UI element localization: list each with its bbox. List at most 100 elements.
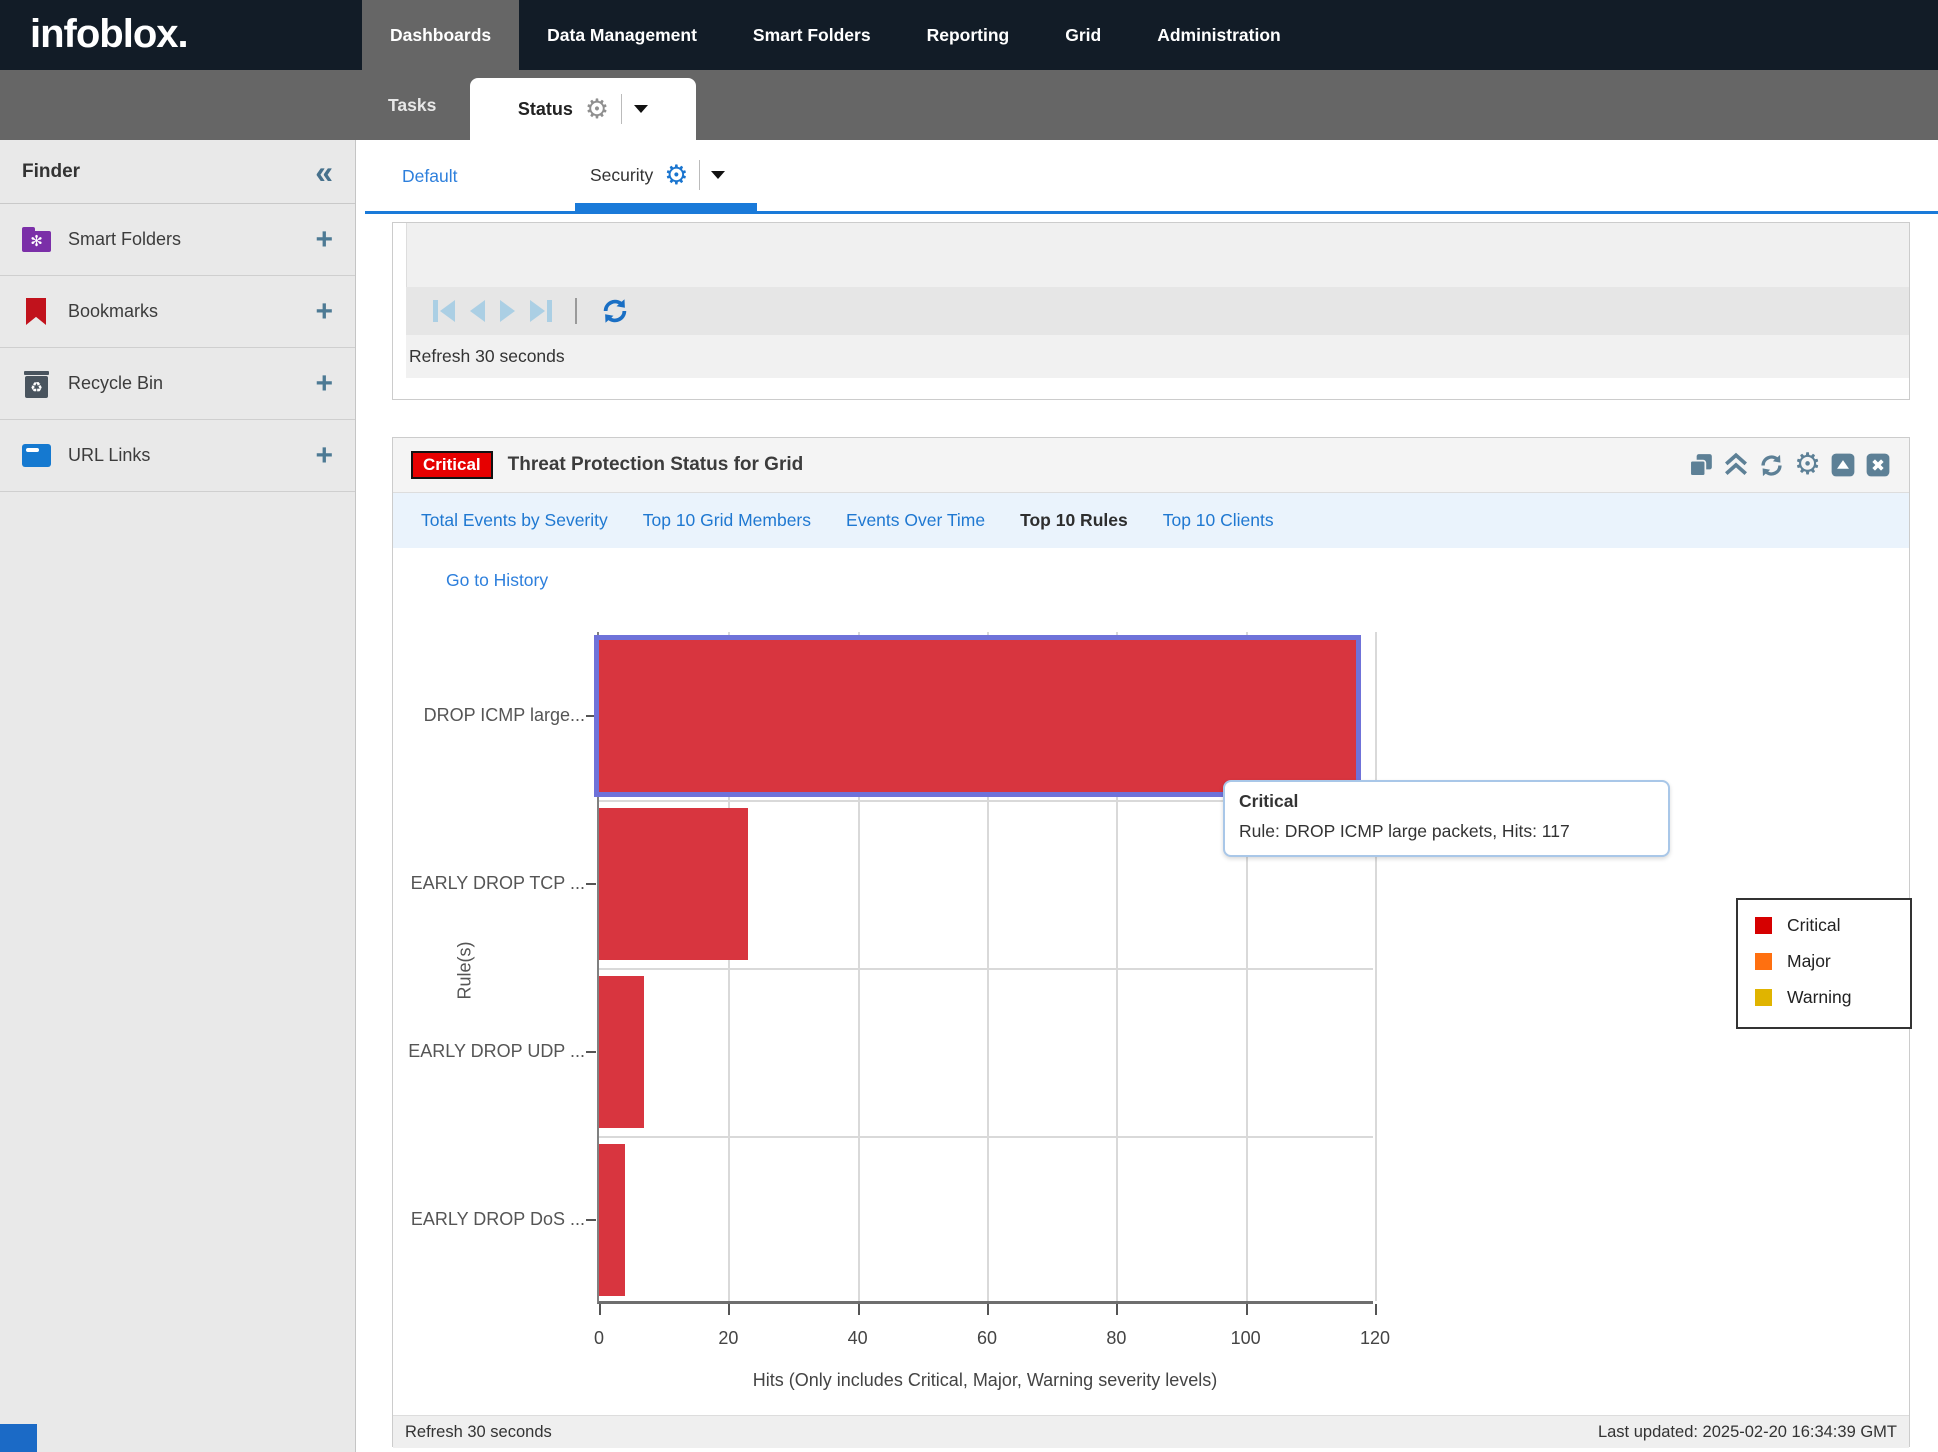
widget-settings-gear-icon[interactable]: ⚙ — [1794, 452, 1821, 478]
axis-tick — [599, 1304, 601, 1315]
widget-tab-top-10-grid-members[interactable]: Top 10 Grid Members — [643, 510, 811, 531]
y-category-label: EARLY DROP DoS ... — [387, 1209, 585, 1230]
add-icon[interactable]: + — [315, 227, 333, 253]
previous-page-button[interactable] — [470, 300, 485, 322]
x-tick-label: 0 — [594, 1328, 604, 1349]
axis-tick — [1116, 1304, 1118, 1315]
first-page-button[interactable] — [433, 300, 455, 322]
finder-item-label: URL Links — [68, 445, 315, 466]
top-nav-reporting[interactable]: Reporting — [899, 0, 1038, 70]
x-tick-label: 20 — [718, 1328, 738, 1349]
widget-tab-top-10-rules[interactable]: Top 10 Rules — [1020, 510, 1128, 531]
axis-tick — [1375, 1304, 1377, 1315]
legend-label: Warning — [1787, 987, 1852, 1008]
top-nav-administration[interactable]: Administration — [1129, 0, 1308, 70]
chevron-down-icon[interactable] — [634, 105, 648, 113]
y-category-label: DROP ICMP large... — [387, 705, 585, 726]
refresh-interval-note: Refresh 30 seconds — [406, 335, 1909, 378]
tab-tasks[interactable]: Tasks — [388, 70, 436, 140]
top-widget-panel: Refresh 30 seconds — [392, 222, 1910, 400]
tab-security[interactable]: Security ⚙ — [590, 160, 725, 190]
x-tick-label: 60 — [977, 1328, 997, 1349]
next-page-button[interactable] — [500, 300, 515, 322]
dashboard-view-tabs: Default Security ⚙ — [357, 140, 1938, 218]
tab-status[interactable]: Status ⚙ — [470, 78, 696, 140]
chart-tooltip: Critical Rule: DROP ICMP large packets, … — [1223, 780, 1670, 857]
legend-swatch — [1755, 953, 1772, 970]
recycle-bin-icon — [22, 369, 51, 398]
legend-swatch — [1755, 917, 1772, 934]
add-icon[interactable]: + — [315, 371, 333, 397]
chart-bar-early-drop-tcp[interactable] — [599, 808, 748, 960]
threat-protection-widget: Critical Threat Protection Status for Gr… — [392, 437, 1910, 1447]
gear-icon[interactable]: ⚙ — [664, 162, 688, 189]
chart-bar-early-drop-dos[interactable] — [599, 1144, 625, 1296]
refresh-widget-icon[interactable] — [1758, 452, 1785, 479]
finder-panel: Finder « Smart Folders+Bookmarks+Recycle… — [0, 140, 356, 1452]
x-tick-label: 40 — [848, 1328, 868, 1349]
finder-item-label: Recycle Bin — [68, 373, 315, 394]
widget-footer: Refresh 30 seconds Last updated: 2025-02… — [393, 1415, 1909, 1448]
chart-legend: Critical Major Warning — [1736, 898, 1912, 1029]
tab-security-label: Security — [590, 165, 653, 186]
finder-item-label: Smart Folders — [68, 229, 315, 250]
axis-tick — [987, 1304, 989, 1315]
top-nav-smart-folders[interactable]: Smart Folders — [725, 0, 899, 70]
add-icon[interactable]: + — [315, 299, 333, 325]
top-nav-data-management[interactable]: Data Management — [519, 0, 725, 70]
collapse-widget-icon[interactable] — [1723, 452, 1749, 478]
finder-item-bookmarks[interactable]: Bookmarks+ — [0, 276, 355, 348]
widget-tabs: Total Events by Severity Top 10 Grid Memb… — [393, 493, 1909, 548]
add-icon[interactable]: + — [315, 443, 333, 469]
x-axis-label: Hits (Only includes Critical, Major, War… — [597, 1370, 1373, 1391]
widget-header: Critical Threat Protection Status for Gr… — [393, 438, 1909, 493]
go-to-history-link[interactable]: Go to History — [446, 570, 548, 591]
legend-item-warning: Warning — [1755, 987, 1910, 1008]
top-widget-content — [406, 223, 1909, 287]
finder-item-url-links[interactable]: URL Links+ — [0, 420, 355, 492]
severity-badge: Critical — [411, 451, 493, 479]
legend-swatch — [1755, 989, 1772, 1006]
axis-tick — [858, 1304, 860, 1315]
chart-bar-early-drop-udp[interactable] — [599, 976, 644, 1128]
top-nav-grid[interactable]: Grid — [1037, 0, 1129, 70]
chart-bar-drop-icmp-large[interactable] — [599, 640, 1356, 792]
bar-chart-plot: 020406080100120DROP ICMP large...EARLY D… — [597, 632, 1373, 1304]
legend-item-major: Major — [1755, 951, 1910, 972]
widget-tab-events-over-time[interactable]: Events Over Time — [846, 510, 985, 531]
divider — [699, 160, 700, 190]
x-tick-label: 120 — [1360, 1328, 1390, 1349]
gear-icon[interactable]: ⚙ — [585, 96, 609, 123]
close-widget-icon[interactable] — [1865, 452, 1891, 478]
legend-label: Critical — [1787, 915, 1840, 936]
maximize-widget-icon[interactable] — [1830, 452, 1856, 478]
chart-area: Go to History Rule(s) 020406080100120DRO… — [393, 548, 1909, 1415]
widget-title: Threat Protection Status for Grid — [508, 454, 1688, 476]
finder-title: Finder — [22, 161, 80, 183]
tab-bar-rule — [365, 211, 1938, 214]
smart-folders-icon — [22, 225, 51, 254]
infoblox-logo: infoblox. — [30, 12, 188, 57]
divider — [621, 94, 622, 124]
duplicate-widget-icon[interactable] — [1688, 452, 1714, 478]
finder-item-recycle-bin[interactable]: Recycle Bin+ — [0, 348, 355, 420]
chevron-down-icon[interactable] — [711, 171, 725, 179]
divider — [575, 298, 577, 324]
last-page-button[interactable] — [530, 300, 552, 322]
finder-item-smart-folders[interactable]: Smart Folders+ — [0, 204, 355, 276]
collapse-panel-icon[interactable]: « — [315, 157, 333, 187]
axis-tick — [586, 1051, 596, 1053]
top-nav-dashboards[interactable]: Dashboards — [362, 0, 519, 70]
refresh-icon[interactable] — [600, 296, 630, 326]
widget-tab-top-10-clients[interactable]: Top 10 Clients — [1163, 510, 1274, 531]
y-axis-label: Rule(s) — [455, 921, 476, 1021]
bookmarks-icon — [22, 297, 51, 326]
axis-tick — [1246, 1304, 1248, 1315]
tab-default[interactable]: Default — [402, 166, 457, 187]
active-tab-underline — [575, 203, 757, 211]
tooltip-body: Rule: DROP ICMP large packets, Hits: 117 — [1239, 821, 1654, 842]
widget-tab-total-events-by-severity[interactable]: Total Events by Severity — [421, 510, 608, 531]
widget-controls: ⚙ — [1688, 452, 1891, 479]
axis-tick — [586, 883, 596, 885]
axis-tick — [728, 1304, 730, 1315]
